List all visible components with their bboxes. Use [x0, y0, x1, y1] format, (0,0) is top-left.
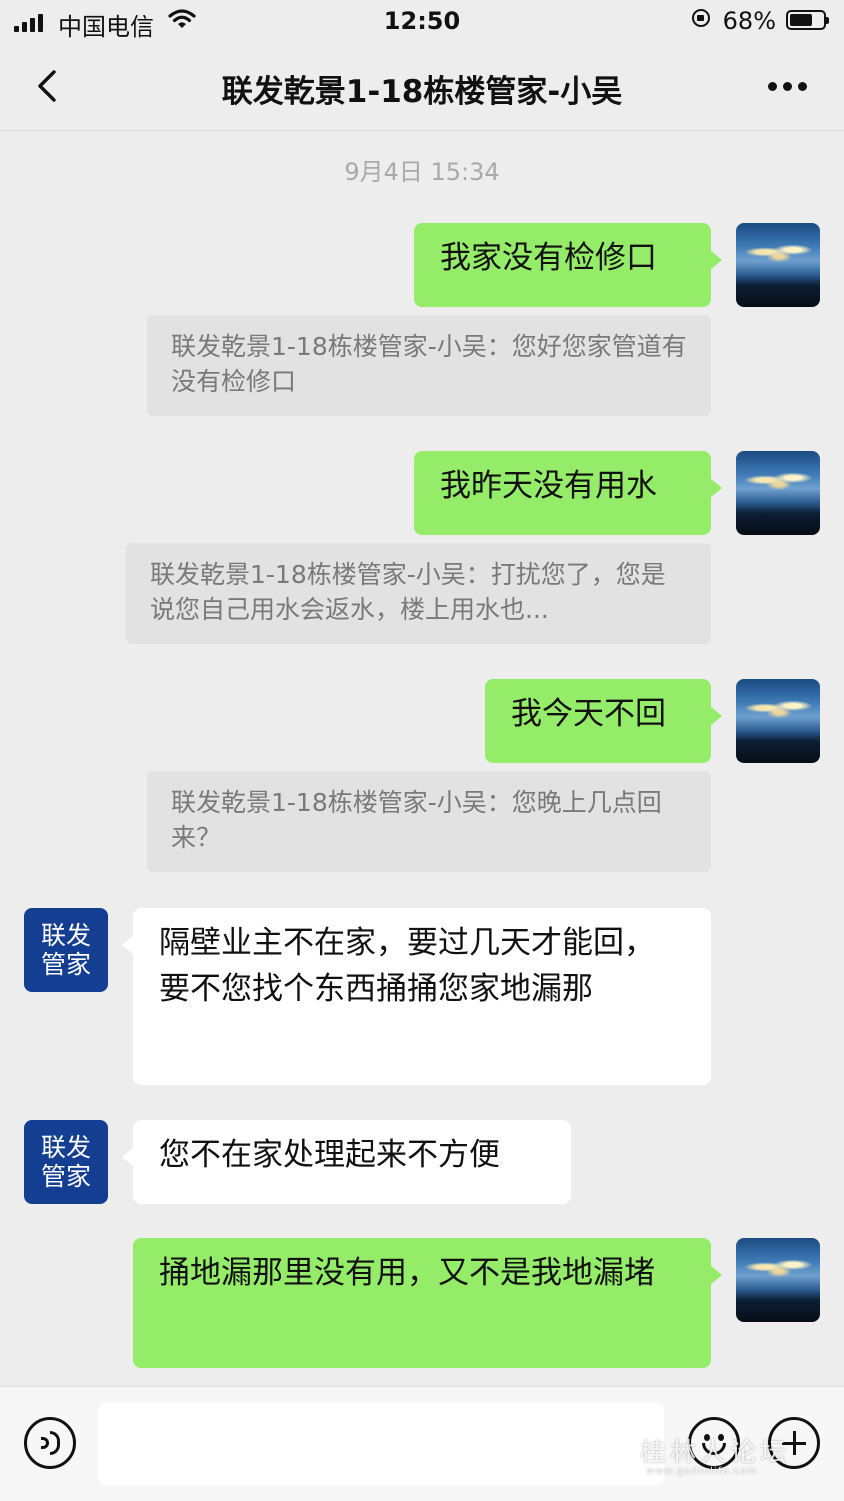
- user-avatar[interactable]: [736, 451, 820, 535]
- quoted-reply[interactable]: 联发乾景1-18栋楼管家-小吴：您晚上几点回来？: [147, 771, 711, 872]
- chat-title: 联发乾景1-18栋楼管家-小吴: [221, 74, 623, 110]
- battery-percentage: 68%: [722, 7, 776, 35]
- rotation-lock-icon: [692, 9, 710, 27]
- user-avatar[interactable]: [736, 679, 820, 763]
- avatar-label-line1: 联发: [40, 1133, 91, 1162]
- incoming-message[interactable]: 隔壁业主不在家，要过几天才能回，要不您找个东西捅捅您家地漏那: [122, 908, 711, 1085]
- quoted-reply[interactable]: 联发乾景1-18栋楼管家-小吴：您好您家管道有没有检修口: [147, 315, 711, 416]
- battery-icon: [786, 10, 829, 30]
- clock: 12:50: [383, 7, 461, 35]
- quoted-reply[interactable]: 联发乾景1-18栋楼管家-小吴：打扰您了，您是说您自己用水会返水，楼上用水也..…: [126, 543, 711, 644]
- outgoing-message[interactable]: 我家没有检修口: [414, 223, 722, 307]
- watermark: 桂林人论坛: [640, 1438, 791, 1468]
- user-avatar[interactable]: [736, 223, 820, 307]
- more-options-icon[interactable]: [768, 82, 808, 92]
- voice-input-icon[interactable]: [24, 1417, 76, 1469]
- user-avatar[interactable]: [736, 1238, 820, 1322]
- property-manager-avatar[interactable]: 联发 管家: [24, 1120, 108, 1204]
- watermark-url: www.guilinlife.com: [646, 1466, 758, 1477]
- message-timestamp: 9月4日 15:34: [344, 158, 500, 186]
- status-bar: 中国电信 12:50 68%: [0, 0, 844, 44]
- chat-header: 联发乾景1-18栋楼管家-小吴: [0, 44, 844, 131]
- avatar-label-line2: 管家: [40, 950, 91, 979]
- avatar-label-line2: 管家: [40, 1162, 91, 1191]
- incoming-message[interactable]: 您不在家处理起来不方便: [122, 1120, 571, 1204]
- message-input[interactable]: [98, 1403, 664, 1485]
- outgoing-message[interactable]: 我今天不回: [485, 679, 722, 763]
- outgoing-message[interactable]: 捅地漏那里没有用，又不是我地漏堵: [133, 1238, 722, 1368]
- property-manager-avatar[interactable]: 联发 管家: [24, 908, 108, 992]
- avatar-label-line1: 联发: [40, 921, 91, 950]
- outgoing-message[interactable]: 我昨天没有用水: [414, 451, 722, 535]
